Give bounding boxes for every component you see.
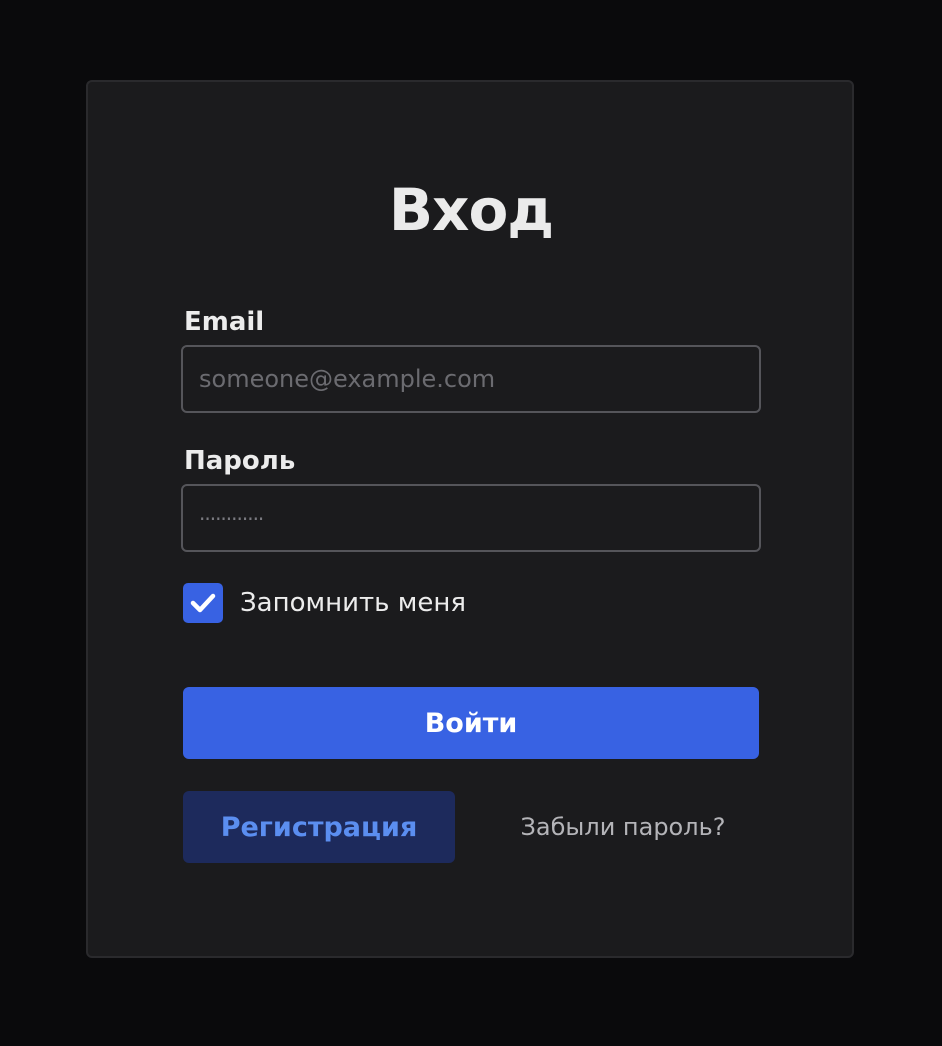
remember-me-checkbox[interactable] [183, 583, 223, 623]
login-button[interactable]: Войти [183, 687, 759, 759]
checkmark-icon [190, 593, 216, 613]
email-field[interactable] [181, 345, 761, 413]
register-button[interactable]: Регистрация [183, 791, 455, 863]
page-title: Вход [388, 176, 554, 244]
password-field[interactable] [181, 484, 761, 552]
remember-me-label[interactable]: Запомнить меня [240, 586, 466, 620]
password-label: Пароль [184, 446, 296, 476]
email-label: Email [184, 307, 265, 337]
forgot-password-link[interactable]: Забыли пароль? [470, 810, 776, 844]
